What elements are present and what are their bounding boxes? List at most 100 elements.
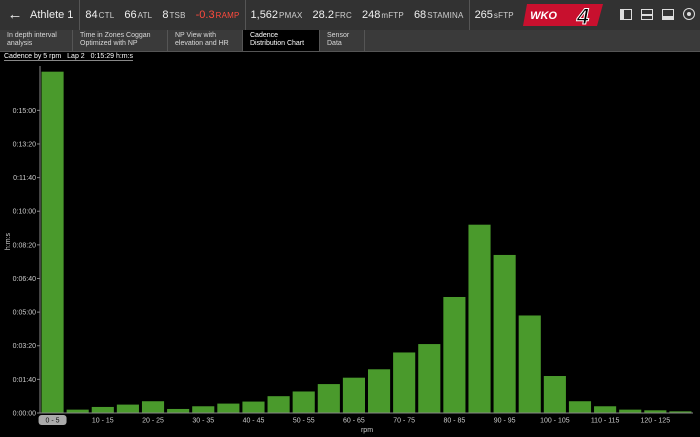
tab-label-line2: Distribution Chart (250, 40, 305, 47)
metric-value: 1,562 (250, 9, 279, 21)
settings-circle-icon[interactable] (683, 8, 695, 20)
bar-10-15[interactable] (91, 406, 114, 413)
metric-label: PMAX (279, 10, 303, 20)
x-tick-label: 90 - 95 (494, 418, 516, 425)
bar-105-110[interactable] (568, 401, 592, 413)
metric-value: 28.2 (312, 9, 334, 21)
x-tick-label: 120 - 125 (641, 418, 671, 425)
chart-tabs: In depth interval analysis Time in Zones C… (0, 30, 700, 52)
bar-80-85[interactable] (443, 296, 466, 413)
y-tick-label: 0:05:00 (13, 310, 36, 317)
tab-label-line1: Sensor (327, 32, 350, 39)
metric-label: STAMINA (427, 10, 464, 20)
metric-label: FRC (334, 10, 352, 20)
bar-20-25[interactable] (141, 401, 165, 413)
metric-pmax[interactable]: 1,562 PMAX (244, 0, 308, 30)
bar-50-55[interactable] (292, 391, 315, 413)
metric-value: 68 (413, 9, 427, 21)
x-tick-label: 0 - 5 (46, 418, 60, 425)
tab-label-line2: elevation and HR (175, 40, 229, 47)
metric-sftp[interactable]: 265 sFTP (468, 0, 519, 30)
tab-label-line2: Data (327, 40, 342, 47)
metric-value: 66 (124, 9, 137, 21)
bar-115-120[interactable] (619, 409, 642, 413)
metric-label: sFTP (493, 10, 514, 20)
tab-3[interactable]: NP View with elevation and HR (168, 30, 243, 51)
bar-5-10[interactable] (66, 409, 89, 413)
athlete-name[interactable]: Athlete 1 (30, 9, 73, 21)
y-tick-label: 0:13:20 (13, 141, 36, 148)
metric-frc[interactable]: 28.2 FRC (308, 0, 357, 30)
tab-label-line1: In depth interval (7, 32, 57, 39)
bar-65-70[interactable] (368, 369, 391, 413)
y-tick-label: 0:00:00 (13, 411, 36, 418)
tab-1[interactable]: In depth interval analysis (0, 30, 73, 51)
metric-value: 265 (474, 9, 493, 21)
bar-95-100[interactable] (518, 315, 541, 413)
metric-label: mFTP (381, 10, 404, 20)
layout-left-panel-icon[interactable] (620, 9, 632, 20)
bar-55-60[interactable] (317, 384, 340, 413)
cadence-distribution-chart: 0:00:00 0:01:40 0:03:20 0:05:00 0:06:40 0:08:… (5, 66, 693, 434)
x-tick-label: 100 - 105 (540, 418, 570, 425)
x-axis-title: rpm (361, 427, 373, 434)
metric-label: TSB (169, 10, 186, 20)
x-tick-label: 110 - 115 (591, 418, 620, 425)
bar-0-5[interactable] (41, 71, 64, 414)
chart-subtitle: Cadence by 5 rpm Lap 2 0:15:29 h:m:s (4, 53, 134, 61)
metric-value: 248 (362, 9, 381, 21)
metric-mftp[interactable]: 248 mFTP (357, 0, 409, 30)
tab-label-line1: Time in Zones Coggan (80, 32, 151, 39)
metric-ramp[interactable]: -0.3 RAMP (191, 0, 245, 30)
layout-bottom-panel-icon[interactable] (662, 9, 674, 20)
x-tick-label: 80 - 85 (444, 418, 466, 425)
metric-tsb[interactable]: 8 TSB (157, 0, 190, 30)
back-arrow-icon[interactable]: ← (8, 7, 23, 22)
x-tick-label: 20 - 25 (142, 418, 164, 425)
metric-value: 84 (85, 9, 98, 21)
x-tick-label: 30 - 35 (192, 418, 214, 425)
x-tick-label: 70 - 75 (393, 418, 415, 425)
tab-label-line2: Optimized with NP (80, 40, 138, 47)
x-tick-label: 50 - 55 (293, 418, 315, 425)
tab-2[interactable]: Time in Zones Coggan Optimized with NP (73, 30, 168, 51)
wko-logo: WKO 4 (523, 4, 603, 28)
metric-label: CTL (98, 10, 115, 20)
tab-label-line2: analysis (7, 40, 33, 47)
metrics-bar: 84 CTL 66 ATL 8 TSB -0.3 RAMP 1,562 PMAX 28.2 FRC 24… (79, 0, 518, 30)
y-tick-label: 0:03:20 (13, 343, 36, 350)
tab-label-line1: Cadence (250, 32, 279, 39)
tab-5[interactable]: Sensor Data (320, 30, 365, 51)
bar-30-35[interactable] (192, 406, 215, 413)
metric-atl[interactable]: 66 ATL (119, 0, 157, 30)
subtitle-duration: 0:15:29 h:m:s (90, 53, 134, 60)
tab-4[interactable]: Cadence Distribution Chart (243, 30, 320, 51)
y-tick-label: 0:06:40 (13, 276, 36, 283)
bar-40-45[interactable] (242, 401, 265, 413)
subtitle-lap: Lap 2 (67, 53, 85, 60)
bar-75-80[interactable] (418, 344, 441, 413)
y-axis-title: h:m:s (5, 232, 12, 250)
bar-100-105[interactable] (543, 376, 566, 413)
bar-25-30[interactable] (167, 408, 190, 413)
bar-110-115[interactable] (594, 406, 617, 413)
bar-35-40[interactable] (217, 403, 240, 413)
y-tick-label: 0:15:00 (13, 108, 36, 115)
y-tick-label: 0:11:40 (13, 175, 36, 182)
x-tick-label: 60 - 65 (343, 418, 365, 425)
layout-split-icon[interactable] (641, 9, 653, 20)
logo-text: WKO (530, 10, 557, 22)
bar-85-90[interactable] (468, 224, 491, 413)
x-tick-label: 10 - 15 (92, 418, 114, 425)
metric-stamina[interactable]: 68 STAMINA (409, 0, 469, 30)
bar-15-20[interactable] (116, 404, 139, 413)
metric-value: 8 (162, 9, 169, 21)
y-tick-label: 0:01:40 (13, 377, 36, 384)
y-tick-label: 0:08:20 (13, 242, 36, 249)
metric-label: ATL (137, 10, 153, 20)
bar-90-95[interactable] (493, 254, 516, 413)
bar-70-75[interactable] (393, 352, 416, 413)
bar-45-50[interactable] (267, 396, 290, 413)
metric-ctl[interactable]: 84 CTL (79, 0, 119, 30)
bar-60-65[interactable] (342, 377, 365, 413)
